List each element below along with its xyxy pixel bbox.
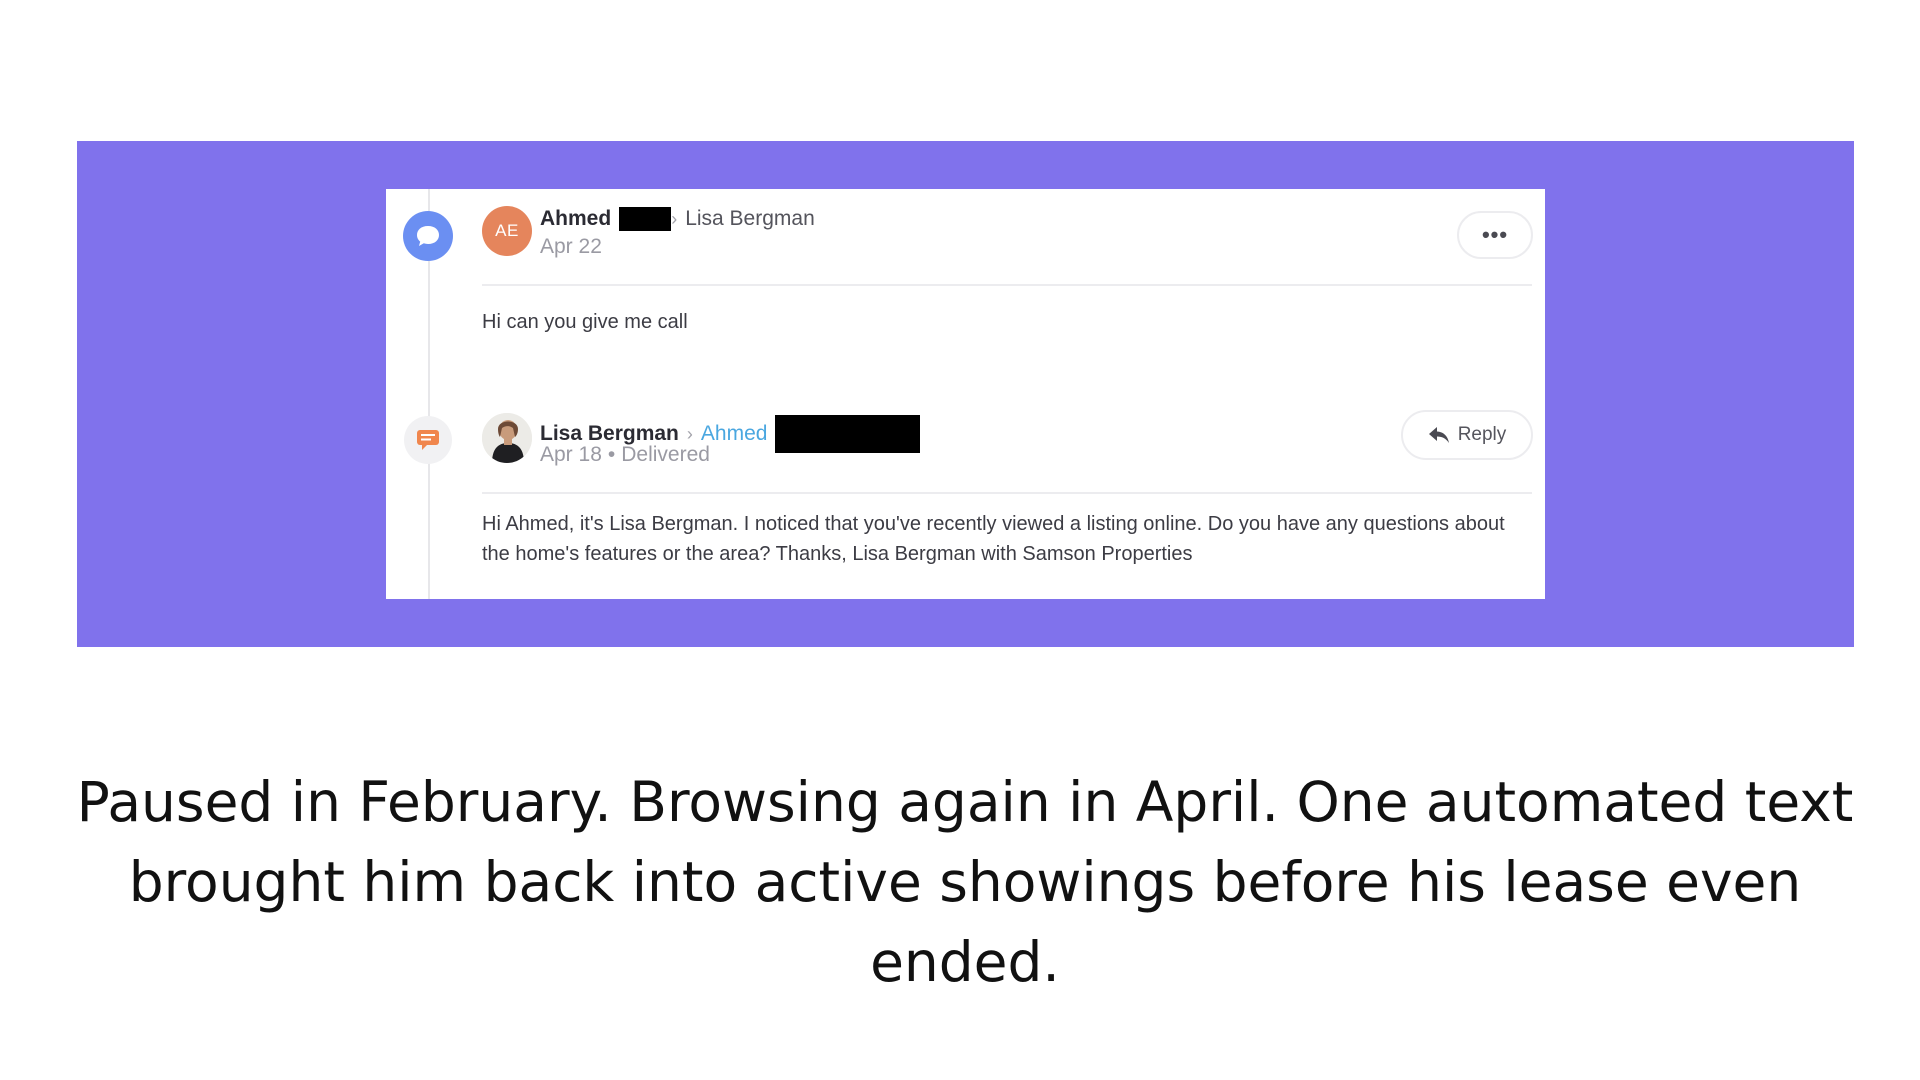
delivery-status: Delivered [621, 443, 710, 466]
message-body: Hi can you give me call [482, 311, 688, 333]
avatar-initials: AE [495, 221, 519, 240]
recipient-link[interactable]: Ahmed [701, 422, 768, 446]
sender-name: Ahmed [540, 207, 612, 230]
message-date: Apr 22 [540, 235, 602, 258]
conversation-card: AE Ahmed › Lisa Bergman Apr 22 ••• Hi ca… [386, 189, 1545, 599]
divider [482, 492, 1532, 494]
avatar: AE [482, 206, 532, 256]
divider [482, 284, 1532, 286]
message-header: Ahmed › Lisa Bergman [540, 207, 815, 231]
message-meta: Apr 18 • Delivered [540, 443, 710, 466]
more-icon: ••• [1481, 222, 1509, 247]
recipient-name: Lisa Bergman [685, 207, 815, 230]
redaction-box [619, 207, 672, 231]
slide: AE Ahmed › Lisa Bergman Apr 22 ••• Hi ca… [0, 0, 1920, 1080]
more-options-button[interactable]: ••• [1457, 211, 1533, 259]
sms-message-icon [404, 416, 452, 464]
chevron-right-icon: › [686, 423, 693, 444]
avatar [482, 413, 532, 463]
chat-bubble-icon [403, 211, 453, 261]
redaction-box [775, 415, 921, 453]
chevron-right-icon: › [671, 208, 678, 229]
message-body: Hi Ahmed, it's Lisa Bergman. I noticed t… [482, 513, 1505, 565]
reply-label: Reply [1457, 424, 1507, 445]
reply-arrow-icon [1428, 427, 1449, 443]
message-date: Apr 18 [540, 443, 602, 466]
reply-button[interactable]: Reply [1401, 410, 1533, 460]
caption-text: Paused in February. Browsing again in Ap… [76, 770, 1854, 994]
